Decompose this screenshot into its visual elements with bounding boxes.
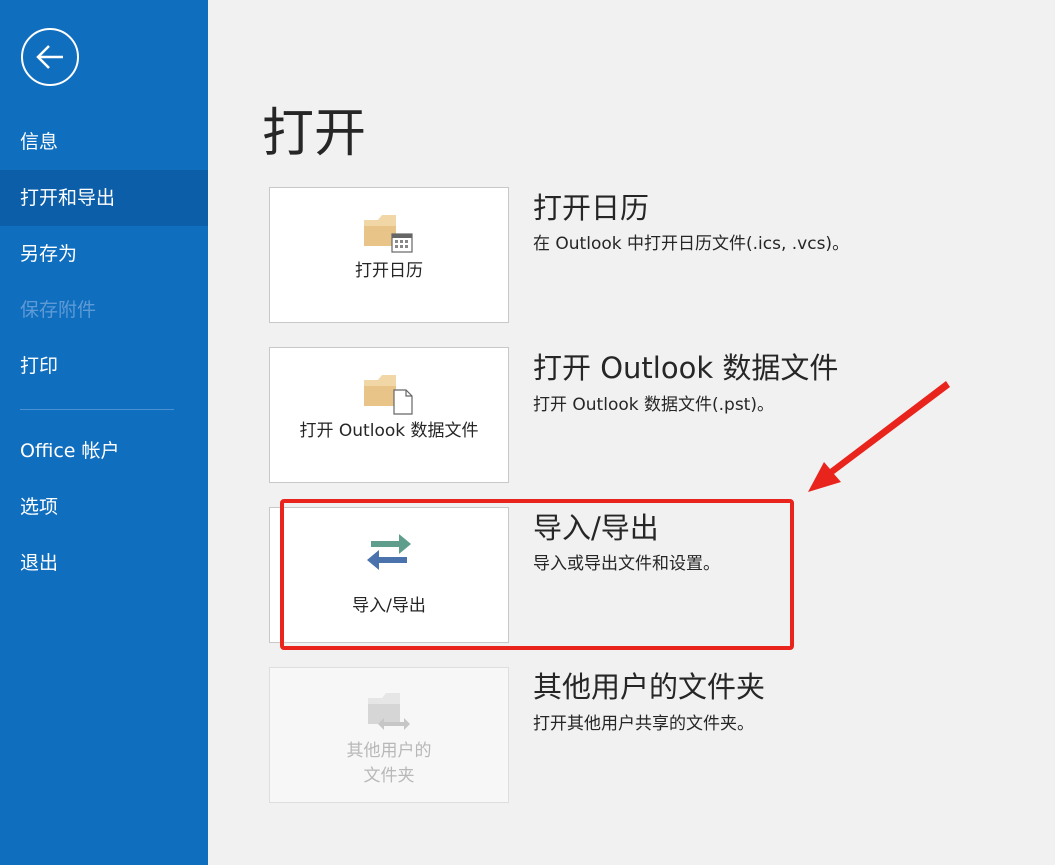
tile-label: 打开日历 <box>355 261 423 281</box>
nav-item-office-account[interactable]: Office 帐户 <box>0 423 208 479</box>
tile-label-line1: 其他用户的 <box>346 741 432 761</box>
back-button[interactable] <box>21 28 79 86</box>
open-calendar-tile[interactable]: 打开日历 <box>269 187 509 323</box>
nav-item-open-export[interactable]: 打开和导出 <box>0 170 208 226</box>
option-heading: 其他用户的文件夹 <box>533 670 766 704</box>
nav-item-options[interactable]: 选项 <box>0 479 208 535</box>
nav-item-save-as[interactable]: 另存为 <box>0 226 208 282</box>
sidebar-divider <box>20 409 174 410</box>
import-export-arrows-icon <box>270 528 508 578</box>
other-user-folder-tile: 其他用户的 文件夹 <box>269 667 509 803</box>
option-heading: 打开日历 <box>533 191 650 225</box>
folder-calendar-icon <box>270 210 508 260</box>
nav-item-info[interactable]: 信息 <box>0 114 208 170</box>
shared-folder-icon <box>270 688 508 738</box>
nav-item-save-attachments: 保存附件 <box>20 299 97 321</box>
tile-label-line2: 文件夹 <box>363 766 415 786</box>
option-description: 导入或导出文件和设置。 <box>533 554 720 574</box>
page-title: 打开 <box>262 104 367 164</box>
option-description: 打开其他用户共享的文件夹。 <box>533 714 754 734</box>
option-heading: 导入/导出 <box>533 511 659 545</box>
import-export-tile[interactable]: 导入/导出 <box>269 507 509 643</box>
tile-label: 导入/导出 <box>352 596 426 616</box>
nav-item-print[interactable]: 打印 <box>0 338 208 394</box>
option-description: 打开 Outlook 数据文件(.pst)。 <box>533 395 774 415</box>
backstage-sidebar: 信息 打开和导出 另存为 保存附件 打印 Office 帐户 选项 退出 <box>0 0 208 865</box>
folder-file-icon <box>270 370 508 420</box>
option-heading: 打开 Outlook 数据文件 <box>533 351 839 385</box>
option-description: 在 Outlook 中打开日历文件(.ics, .vcs)。 <box>533 234 850 254</box>
back-arrow-icon <box>36 45 63 69</box>
nav-item-exit[interactable]: 退出 <box>0 535 208 591</box>
tile-label: 打开 Outlook 数据文件 <box>299 421 479 441</box>
open-data-file-tile[interactable]: 打开 Outlook 数据文件 <box>269 347 509 483</box>
